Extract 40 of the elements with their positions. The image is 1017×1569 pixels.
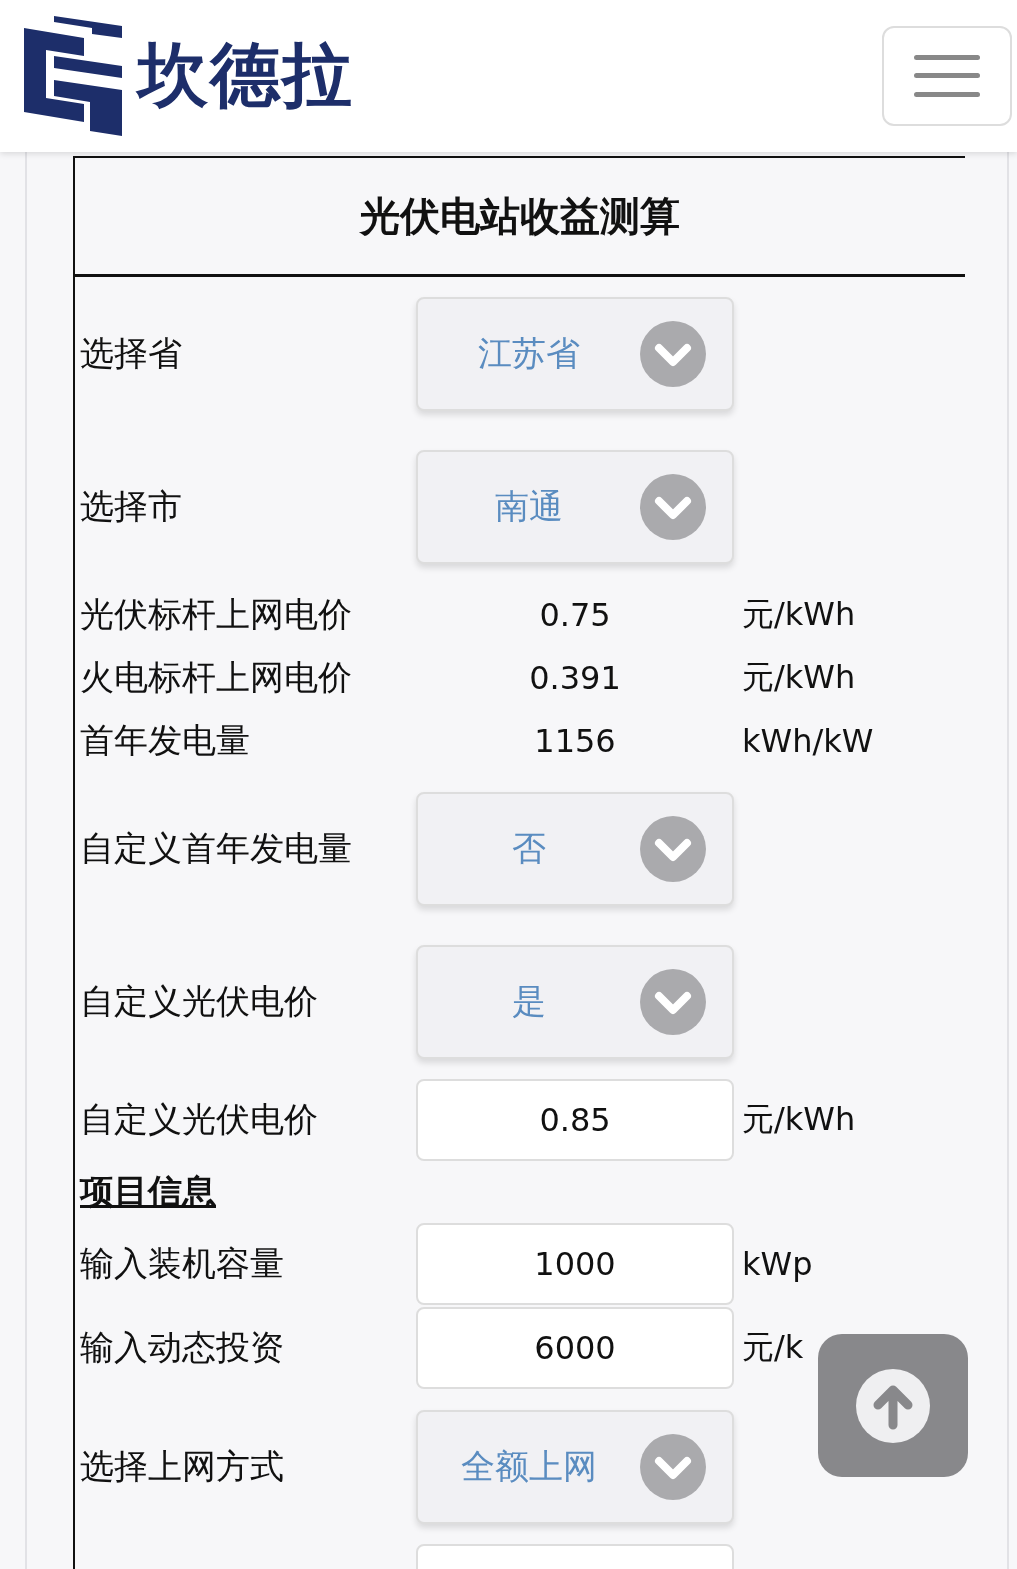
- unit-label: kWh/kW: [741, 721, 875, 760]
- arrow-up-icon: [856, 1368, 930, 1443]
- unit-label: kWp: [741, 1245, 814, 1283]
- dropdown[interactable]: 否: [416, 791, 734, 906]
- field-label: 光伏标杆上网电价: [80, 592, 353, 636]
- field-label: 选择省: [80, 331, 183, 375]
- back-to-top-button[interactable]: [818, 1334, 968, 1477]
- unit-label: 元/kWh: [741, 1099, 857, 1140]
- field-label: 自定义光伏电价: [80, 1098, 319, 1141]
- field-label: 自定义首年发电量: [80, 826, 353, 870]
- chevron-down-icon: [640, 320, 706, 387]
- menu-icon: [914, 55, 980, 97]
- unit-label: 元/kWh: [741, 656, 857, 698]
- chevron-down-icon: [640, 1433, 706, 1500]
- logo-icon: [24, 16, 124, 136]
- unit-label: 元/kWh: [741, 593, 857, 635]
- chevron-down-icon: [640, 473, 706, 540]
- field-label: 火电标杆上网电价: [80, 655, 353, 699]
- chevron-down-icon: [640, 815, 706, 882]
- field-value: 1156: [533, 721, 617, 760]
- field-label: 选择上网方式: [80, 1444, 285, 1488]
- field-value: 0.75: [538, 595, 612, 634]
- menu-button[interactable]: [882, 26, 1012, 126]
- dropdown[interactable]: 是: [416, 944, 734, 1059]
- field-value: 0.391: [528, 658, 622, 697]
- dropdown[interactable]: 南通: [416, 449, 734, 564]
- section-heading: 项目信息: [80, 1170, 216, 1213]
- input-field[interactable]: 6000: [416, 1307, 734, 1389]
- field-label: 自定义光伏电价: [80, 979, 319, 1023]
- field-label: 首年发电量: [80, 718, 251, 762]
- dropdown[interactable]: 江苏省: [416, 296, 734, 411]
- chevron-down-icon: [640, 968, 706, 1035]
- input-field[interactable]: 0.85: [416, 1079, 734, 1161]
- input-field[interactable]: 1000: [416, 1223, 734, 1305]
- field-label: 输入装机容量: [80, 1242, 285, 1285]
- field-label: 选择市: [80, 484, 183, 528]
- unit-label: 元/k: [741, 1327, 805, 1368]
- dropdown[interactable]: 全额上网: [416, 1409, 734, 1524]
- calculator-title: 光伏电站收益测算: [360, 191, 680, 241]
- field-label: 输入动态投资: [80, 1326, 285, 1369]
